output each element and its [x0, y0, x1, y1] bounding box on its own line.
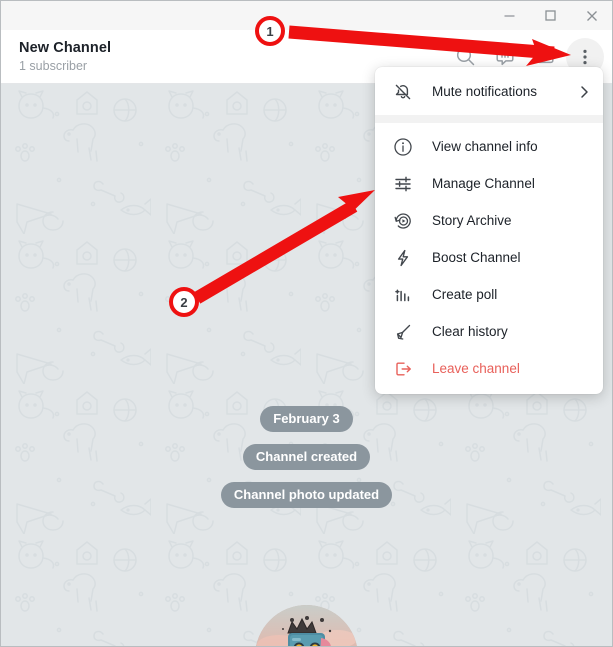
menu-item-label: Boost Channel: [432, 250, 521, 265]
menu-item-clear-history[interactable]: Clear history: [375, 313, 603, 350]
service-message-list: February 3 Channel created Channel photo…: [1, 406, 612, 508]
mute-icon: [390, 80, 416, 104]
menu-item-label: Clear history: [432, 324, 508, 339]
close-icon[interactable]: [571, 1, 612, 30]
service-message: Channel created: [242, 444, 371, 470]
menu-item-label: Story Archive: [432, 213, 512, 228]
broom-icon: [390, 320, 416, 344]
chevron-right-icon: [580, 85, 589, 99]
annotation-marker-2: 2: [169, 287, 199, 317]
menu-item-mute-notifications[interactable]: Mute notifications: [375, 73, 603, 110]
menu-separator: [375, 115, 603, 123]
service-message: February 3: [260, 406, 353, 432]
channel-options-menu: Mute notifications View channel info Man…: [375, 67, 603, 394]
story-archive-icon: [390, 209, 416, 233]
menu-item-view-channel-info[interactable]: View channel info: [375, 128, 603, 165]
boost-icon: [390, 246, 416, 270]
menu-item-story-archive[interactable]: Story Archive: [375, 202, 603, 239]
menu-item-leave-channel[interactable]: Leave channel: [375, 350, 603, 387]
menu-item-label: Manage Channel: [432, 176, 535, 191]
menu-item-boost-channel[interactable]: Boost Channel: [375, 239, 603, 276]
maximize-icon[interactable]: [530, 1, 571, 30]
robot-with-crown-avatar: [255, 605, 358, 646]
menu-item-label: Leave channel: [432, 361, 520, 376]
service-message: Channel photo updated: [220, 482, 393, 508]
menu-item-label: Create poll: [432, 287, 498, 302]
menu-item-create-poll[interactable]: Create poll: [375, 276, 603, 313]
window-title-bar: [1, 1, 612, 30]
minimize-icon[interactable]: [489, 1, 530, 30]
telegram-desktop-window: New Channel 1 subscriber February 3 Chan…: [0, 0, 613, 647]
menu-item-label: View channel info: [432, 139, 538, 154]
poll-icon: [390, 283, 416, 307]
channel-photo-message[interactable]: [1, 605, 612, 646]
annotation-marker-1: 1: [255, 16, 285, 46]
menu-item-label: Mute notifications: [432, 84, 538, 99]
info-icon: [390, 135, 416, 159]
avatar[interactable]: [255, 605, 358, 646]
menu-item-manage-channel[interactable]: Manage Channel: [375, 165, 603, 202]
page-title: New Channel: [19, 39, 112, 56]
leave-icon: [390, 357, 416, 381]
sliders-icon: [390, 172, 416, 196]
